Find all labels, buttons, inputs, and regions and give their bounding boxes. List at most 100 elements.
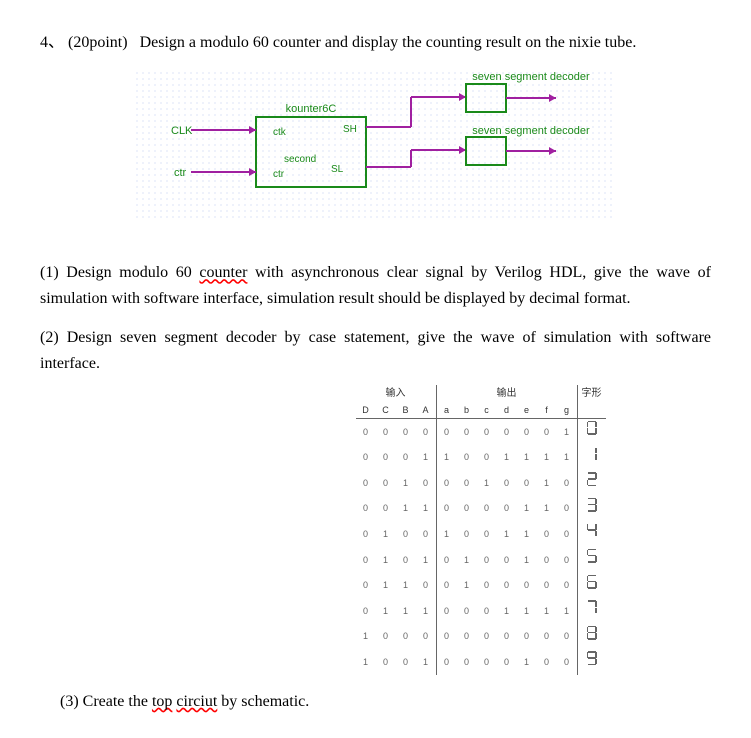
table-cell: 1	[517, 547, 537, 573]
table-cell: 0	[477, 418, 497, 444]
table-cell: 1	[537, 496, 557, 522]
table-cell: 0	[497, 649, 517, 675]
table-cell: 1	[436, 521, 457, 547]
table-cell: 0	[497, 496, 517, 522]
table-cell: 1	[416, 496, 437, 522]
table-head-input: 输入	[356, 385, 437, 402]
table-cell: 1	[457, 573, 477, 599]
table-glyph-cell	[577, 547, 606, 573]
question-number: 4、	[40, 34, 64, 51]
table-cell: 1	[356, 649, 376, 675]
table-cell: 1	[517, 521, 537, 547]
table-cell: 1	[497, 598, 517, 624]
table-cell: 1	[396, 573, 416, 599]
table-cell: 1	[497, 445, 517, 471]
table-cell: 0	[376, 470, 396, 496]
table-cell: 0	[557, 521, 578, 547]
table-glyph-cell	[577, 470, 606, 496]
table-row: 00011001111	[356, 445, 606, 471]
table-cell: 0	[537, 418, 557, 444]
question-prompt: 4、 (20point) Design a modulo 60 counter …	[40, 30, 711, 56]
table-glyph-cell	[577, 649, 606, 675]
table-cell: 0	[557, 649, 578, 675]
table-head-output: 输出	[436, 385, 577, 402]
table-cell: 1	[416, 598, 437, 624]
table-cell: 0	[376, 649, 396, 675]
part-2: (2) Design seven segment decoder by case…	[40, 325, 711, 376]
table-cell: 0	[416, 418, 437, 444]
table-cell: 0	[557, 624, 578, 650]
table-cell: 0	[537, 649, 557, 675]
table-cell: 0	[376, 624, 396, 650]
diagram-label-decoder2: seven segment decoder	[472, 125, 590, 137]
table-glyph-cell	[577, 624, 606, 650]
table-cell: 0	[557, 470, 578, 496]
table-cell: 0	[557, 547, 578, 573]
table-col-out-a: a	[436, 402, 457, 419]
table-cell: 0	[376, 496, 396, 522]
table-row: 10010000100	[356, 649, 606, 675]
table-cell: 1	[557, 418, 578, 444]
table-cell: 0	[356, 573, 376, 599]
part-3: (3) Create the top circiut by schematic.	[40, 689, 711, 715]
table-cell: 0	[537, 547, 557, 573]
table-cell: 1	[396, 470, 416, 496]
table-cell: 0	[477, 547, 497, 573]
diagram-label-clk: CLK	[171, 125, 193, 137]
table-cell: 0	[557, 573, 578, 599]
table-cell: 0	[416, 624, 437, 650]
part-2-text: (2) Design seven segment decoder by case…	[40, 329, 711, 372]
table-cell: 0	[537, 624, 557, 650]
table-cell: 1	[557, 598, 578, 624]
table-cell: 0	[517, 624, 537, 650]
table-cell: 0	[356, 521, 376, 547]
table-cell: 1	[396, 496, 416, 522]
table-col-out-b: b	[457, 402, 477, 419]
table-cell: 0	[477, 521, 497, 547]
table-cell: 0	[477, 496, 497, 522]
table-cell: 0	[396, 521, 416, 547]
table-cell: 0	[396, 547, 416, 573]
diagram-label-sl: SL	[331, 164, 344, 175]
table-row: 10000000000	[356, 624, 606, 650]
table-cell: 0	[457, 445, 477, 471]
table-cell: 0	[356, 598, 376, 624]
table-cell: 1	[537, 470, 557, 496]
table-cell: 0	[477, 445, 497, 471]
table-cell: 0	[477, 649, 497, 675]
table-cell: 0	[517, 470, 537, 496]
table-col-glyph	[577, 402, 606, 419]
table-cell: 1	[356, 624, 376, 650]
table-col-out-c: c	[477, 402, 497, 419]
table-cell: 0	[356, 418, 376, 444]
table-row: 00110000110	[356, 496, 606, 522]
part-3-squiggle-2: circiut	[176, 693, 217, 710]
table-cell: 1	[436, 445, 457, 471]
table-col-out-f: f	[537, 402, 557, 419]
table-cell: 0	[436, 496, 457, 522]
table-cell: 0	[376, 418, 396, 444]
table-cell: 1	[376, 547, 396, 573]
table-cell: 1	[376, 598, 396, 624]
table-glyph-cell	[577, 496, 606, 522]
table-cell: 1	[416, 547, 437, 573]
table-glyph-cell	[577, 445, 606, 471]
table-cell: 0	[537, 573, 557, 599]
table-cell: 0	[356, 470, 376, 496]
table-cell: 1	[457, 547, 477, 573]
table-col-in-D: D	[356, 402, 376, 419]
table-cell: 0	[396, 649, 416, 675]
truth-table: 输入 输出 字形 DCBAabcdefg 0000000000100011001…	[356, 385, 606, 675]
table-cell: 0	[356, 445, 376, 471]
table-cell: 1	[376, 573, 396, 599]
table-cell: 0	[457, 470, 477, 496]
table-glyph-cell	[577, 418, 606, 444]
table-cell: 0	[457, 649, 477, 675]
table-cell: 0	[436, 649, 457, 675]
table-cell: 0	[497, 470, 517, 496]
table-cell: 0	[457, 496, 477, 522]
table-cell: 1	[537, 598, 557, 624]
table-cell: 0	[396, 418, 416, 444]
table-cell: 1	[517, 649, 537, 675]
table-row: 01001001100	[356, 521, 606, 547]
